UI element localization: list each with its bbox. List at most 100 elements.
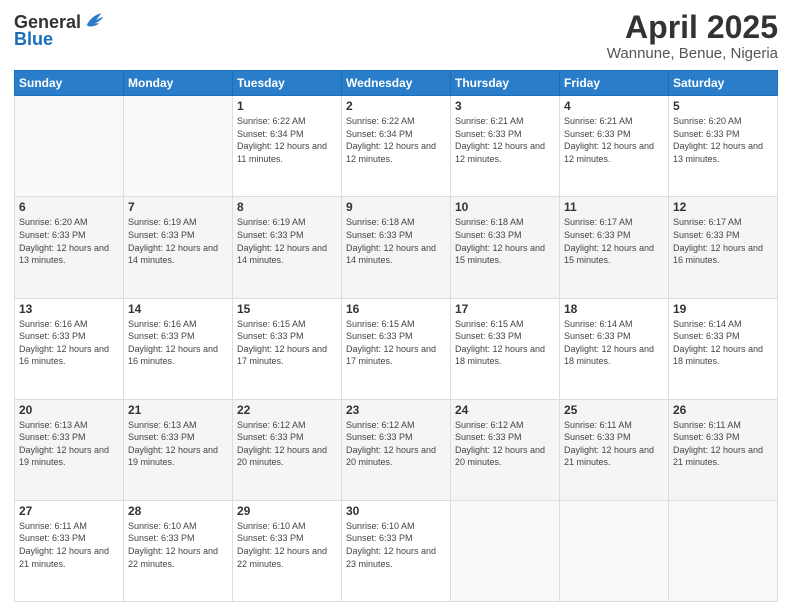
- day-number: 19: [673, 302, 773, 316]
- subtitle: Wannune, Benue, Nigeria: [607, 45, 778, 62]
- week-row-1: 1 Sunrise: 6:22 AMSunset: 6:34 PMDaylight…: [15, 96, 778, 197]
- calendar-cell: 19 Sunrise: 6:14 AMSunset: 6:33 PMDayligh…: [669, 298, 778, 399]
- weekday-thursday: Thursday: [451, 71, 560, 96]
- day-number: 30: [346, 504, 446, 518]
- calendar-cell: 10Sunrise: 6:18 AMSunset: 6:33 PMDayligh…: [451, 197, 560, 298]
- day-number: 15: [237, 302, 337, 316]
- header: General Blue April 2025 Wannune, Benue, …: [14, 10, 778, 62]
- day-number: 8: [237, 200, 337, 214]
- week-row-4: 20Sunrise: 6:13 AMSunset: 6:33 PMDayligh…: [15, 399, 778, 500]
- calendar-cell: 24Sunrise: 6:12 AMSunset: 6:33 PMDayligh…: [451, 399, 560, 500]
- calendar-table: SundayMondayTuesdayWednesdayThursdayFrid…: [14, 70, 778, 602]
- day-number: 1: [237, 99, 337, 113]
- weekday-wednesday: Wednesday: [342, 71, 451, 96]
- day-info: Sunrise: 6:10 AMSunset: 6:33 PMDaylight:…: [346, 520, 446, 570]
- calendar-cell: 6Sunrise: 6:20 AMSunset: 6:33 PMDaylight…: [15, 197, 124, 298]
- week-row-3: 13 Sunrise: 6:16 AMSunset: 6:33 PMDayligh…: [15, 298, 778, 399]
- calendar-cell: 1 Sunrise: 6:22 AMSunset: 6:34 PMDaylight…: [233, 96, 342, 197]
- day-number: 22: [237, 403, 337, 417]
- day-number: 3: [455, 99, 555, 113]
- calendar-cell: 2Sunrise: 6:22 AMSunset: 6:34 PMDaylight…: [342, 96, 451, 197]
- weekday-header-row: SundayMondayTuesdayWednesdayThursdayFrid…: [15, 71, 778, 96]
- calendar-cell: [124, 96, 233, 197]
- weekday-friday: Friday: [560, 71, 669, 96]
- calendar-cell: 22 Sunrise: 6:12 AMSunset: 6:33 PMDayligh…: [233, 399, 342, 500]
- day-info: Sunrise: 6:21 AMSunset: 6:33 PMDaylight:…: [564, 115, 664, 165]
- calendar-cell: 9 Sunrise: 6:18 AMSunset: 6:33 PMDaylight…: [342, 197, 451, 298]
- logo-blue-text: Blue: [14, 30, 105, 48]
- day-info: Sunrise: 6:16 AMSunset: 6:33 PMDaylight:…: [128, 318, 228, 368]
- day-info: Sunrise: 6:16 AMSunset: 6:33 PMDaylight:…: [19, 318, 119, 368]
- day-number: 4: [564, 99, 664, 113]
- day-number: 9: [346, 200, 446, 214]
- calendar-cell: 23 Sunrise: 6:12 AMSunset: 6:33 PMDayligh…: [342, 399, 451, 500]
- day-info: Sunrise: 6:10 AMSunset: 6:33 PMDaylight:…: [128, 520, 228, 570]
- calendar-cell: 27 Sunrise: 6:11 AMSunset: 6:33 PMDayligh…: [15, 500, 124, 601]
- day-info: Sunrise: 6:22 AMSunset: 6:34 PMDaylight:…: [237, 115, 337, 165]
- day-number: 12: [673, 200, 773, 214]
- calendar-cell: 29 Sunrise: 6:10 AMSunset: 6:33 PMDayligh…: [233, 500, 342, 601]
- day-info: Sunrise: 6:13 AMSunset: 6:33 PMDaylight:…: [128, 419, 228, 469]
- calendar-cell: 7 Sunrise: 6:19 AMSunset: 6:33 PMDaylight…: [124, 197, 233, 298]
- calendar-cell: 12Sunrise: 6:17 AMSunset: 6:33 PMDayligh…: [669, 197, 778, 298]
- weekday-tuesday: Tuesday: [233, 71, 342, 96]
- day-number: 28: [128, 504, 228, 518]
- calendar-cell: 17 Sunrise: 6:15 AMSunset: 6:33 PMDayligh…: [451, 298, 560, 399]
- weekday-saturday: Saturday: [669, 71, 778, 96]
- calendar-cell: 14 Sunrise: 6:16 AMSunset: 6:33 PMDayligh…: [124, 298, 233, 399]
- day-info: Sunrise: 6:20 AMSunset: 6:33 PMDaylight:…: [673, 115, 773, 165]
- calendar-cell: 21 Sunrise: 6:13 AMSunset: 6:33 PMDayligh…: [124, 399, 233, 500]
- day-info: Sunrise: 6:12 AMSunset: 6:33 PMDaylight:…: [237, 419, 337, 469]
- day-info: Sunrise: 6:22 AMSunset: 6:34 PMDaylight:…: [346, 115, 446, 165]
- day-number: 27: [19, 504, 119, 518]
- day-number: 16: [346, 302, 446, 316]
- day-info: Sunrise: 6:11 AMSunset: 6:33 PMDaylight:…: [673, 419, 773, 469]
- calendar-cell: [451, 500, 560, 601]
- day-number: 18: [564, 302, 664, 316]
- day-number: 21: [128, 403, 228, 417]
- calendar-cell: 28 Sunrise: 6:10 AMSunset: 6:33 PMDayligh…: [124, 500, 233, 601]
- page: General Blue April 2025 Wannune, Benue, …: [0, 0, 792, 612]
- calendar-cell: 26 Sunrise: 6:11 AMSunset: 6:33 PMDayligh…: [669, 399, 778, 500]
- day-info: Sunrise: 6:17 AMSunset: 6:33 PMDaylight:…: [564, 216, 664, 266]
- day-number: 23: [346, 403, 446, 417]
- title-block: April 2025 Wannune, Benue, Nigeria: [607, 10, 778, 62]
- day-number: 6: [19, 200, 119, 214]
- day-number: 26: [673, 403, 773, 417]
- day-number: 14: [128, 302, 228, 316]
- weekday-monday: Monday: [124, 71, 233, 96]
- day-number: 13: [19, 302, 119, 316]
- day-number: 5: [673, 99, 773, 113]
- day-info: Sunrise: 6:14 AMSunset: 6:33 PMDaylight:…: [564, 318, 664, 368]
- calendar-cell: [15, 96, 124, 197]
- day-info: Sunrise: 6:18 AMSunset: 6:33 PMDaylight:…: [455, 216, 555, 266]
- day-info: Sunrise: 6:15 AMSunset: 6:33 PMDaylight:…: [237, 318, 337, 368]
- calendar-cell: 3 Sunrise: 6:21 AMSunset: 6:33 PMDaylight…: [451, 96, 560, 197]
- calendar-cell: 8 Sunrise: 6:19 AMSunset: 6:33 PMDaylight…: [233, 197, 342, 298]
- day-info: Sunrise: 6:18 AMSunset: 6:33 PMDaylight:…: [346, 216, 446, 266]
- calendar-cell: 25Sunrise: 6:11 AMSunset: 6:33 PMDayligh…: [560, 399, 669, 500]
- day-number: 25: [564, 403, 664, 417]
- logo-bird-icon: [83, 10, 105, 32]
- day-info: Sunrise: 6:13 AMSunset: 6:33 PMDaylight:…: [19, 419, 119, 469]
- calendar-cell: 11 Sunrise: 6:17 AMSunset: 6:33 PMDayligh…: [560, 197, 669, 298]
- calendar-cell: 15 Sunrise: 6:15 AMSunset: 6:33 PMDayligh…: [233, 298, 342, 399]
- day-number: 7: [128, 200, 228, 214]
- day-info: Sunrise: 6:21 AMSunset: 6:33 PMDaylight:…: [455, 115, 555, 165]
- day-info: Sunrise: 6:15 AMSunset: 6:33 PMDaylight:…: [455, 318, 555, 368]
- day-info: Sunrise: 6:19 AMSunset: 6:33 PMDaylight:…: [128, 216, 228, 266]
- day-info: Sunrise: 6:15 AMSunset: 6:33 PMDaylight:…: [346, 318, 446, 368]
- main-title: April 2025: [607, 10, 778, 45]
- day-info: Sunrise: 6:14 AMSunset: 6:33 PMDaylight:…: [673, 318, 773, 368]
- day-number: 11: [564, 200, 664, 214]
- day-number: 29: [237, 504, 337, 518]
- day-number: 17: [455, 302, 555, 316]
- day-info: Sunrise: 6:12 AMSunset: 6:33 PMDaylight:…: [346, 419, 446, 469]
- day-info: Sunrise: 6:19 AMSunset: 6:33 PMDaylight:…: [237, 216, 337, 266]
- calendar-cell: 16 Sunrise: 6:15 AMSunset: 6:33 PMDayligh…: [342, 298, 451, 399]
- day-info: Sunrise: 6:11 AMSunset: 6:33 PMDaylight:…: [19, 520, 119, 570]
- day-info: Sunrise: 6:10 AMSunset: 6:33 PMDaylight:…: [237, 520, 337, 570]
- calendar-cell: 18 Sunrise: 6:14 AMSunset: 6:33 PMDayligh…: [560, 298, 669, 399]
- calendar-cell: 20Sunrise: 6:13 AMSunset: 6:33 PMDayligh…: [15, 399, 124, 500]
- calendar-cell: 4 Sunrise: 6:21 AMSunset: 6:33 PMDaylight…: [560, 96, 669, 197]
